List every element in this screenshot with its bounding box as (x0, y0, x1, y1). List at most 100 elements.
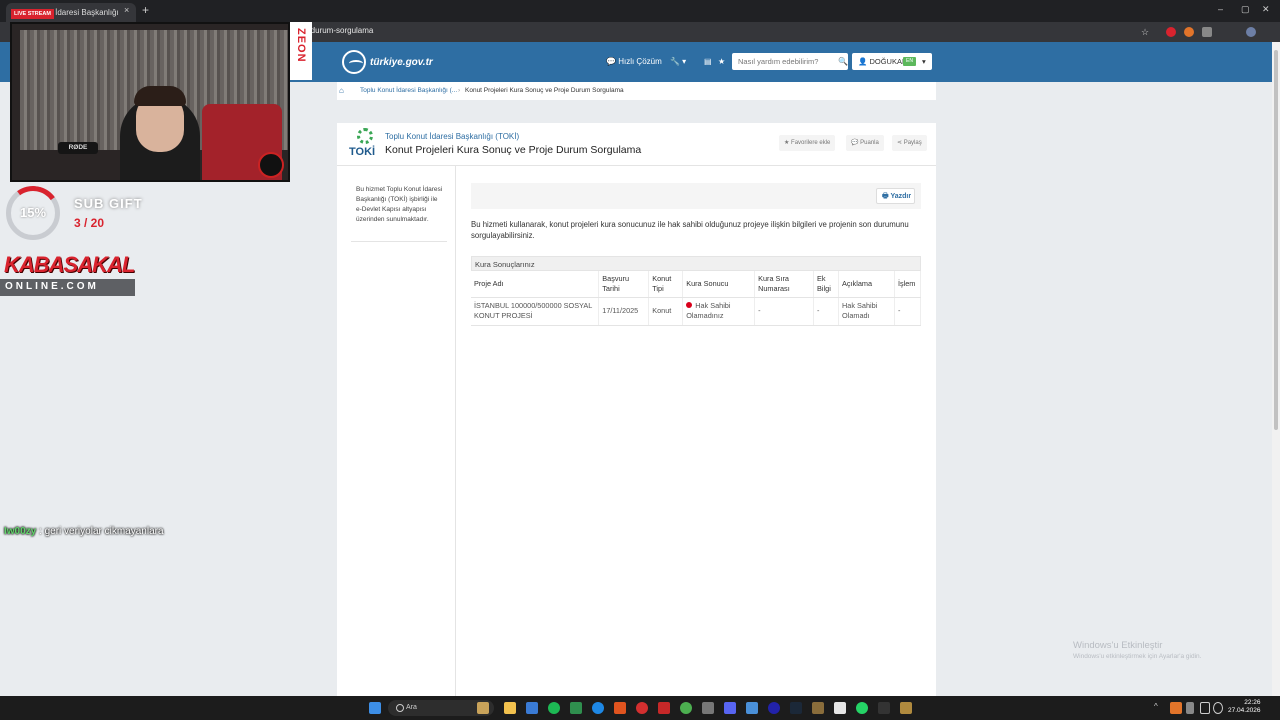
sponsor-text: ZEON (295, 28, 307, 63)
app-icon[interactable] (900, 702, 912, 714)
column-header: Kura Sonucu (682, 271, 756, 298)
live-stream-badge: LIVE STREAM (11, 9, 54, 19)
chevron-down-icon: ▾ (922, 57, 926, 66)
print-label: Yazdır (890, 193, 912, 200)
app-icon[interactable] (768, 702, 780, 714)
profile-avatar[interactable] (1246, 27, 1256, 37)
opera-icon[interactable] (636, 702, 648, 714)
cell-type: Konut (648, 297, 684, 326)
app-icon[interactable] (812, 702, 824, 714)
webcam-overlay: RØDE (10, 22, 290, 182)
search-placeholder: Nasıl yardım edebilirim? (738, 57, 819, 66)
scrollbar-thumb[interactable] (1274, 50, 1278, 430)
app-icon[interactable] (702, 702, 714, 714)
toki-logo-word: TOKİ (349, 146, 376, 158)
chat-username: Iw00zy (4, 526, 37, 537)
taskbar-clock[interactable]: 22:26 27.04.2026 (1228, 699, 1261, 715)
table-row: İSTANBUL 100000/500000 SOSYAL KONUT PROJ… (471, 297, 922, 326)
close-window-icon[interactable]: ✕ (1262, 4, 1270, 15)
cell-action: - (894, 297, 922, 326)
brand-name: KABASAKAL (4, 252, 135, 277)
breadcrumb-item-current: Konut Projeleri Kura Sonuç ve Proje Duru… (465, 87, 624, 94)
discord-icon[interactable] (724, 702, 736, 714)
new-tab-button[interactable]: + (142, 3, 149, 17)
extension-icon[interactable] (1166, 27, 1176, 37)
breadcrumb-separator: › (458, 87, 461, 94)
app-icon[interactable] (834, 702, 846, 714)
logo-mark-icon (342, 50, 366, 74)
breadcrumb-item-institution[interactable]: Toplu Konut İdaresi Başkanlığı (... (360, 87, 457, 94)
results-table: Proje Adı Başvuru Tarihi Konut Tipi Kura… (471, 271, 922, 326)
quick-solution-link[interactable]: 💬 Hızlı Çözüm (606, 57, 662, 66)
share-label: Paylaş (903, 140, 922, 146)
cell-extra: - (813, 297, 840, 326)
calculator-icon[interactable] (570, 702, 582, 714)
toki-emblem-icon (357, 128, 373, 144)
chat-text: : geri veriyolar cikmayanlara (39, 526, 164, 537)
browser-tab-strip (0, 0, 1280, 22)
cell-note: Hak Sahibi Olamadı (838, 297, 895, 326)
watermark-title: Windows'u Etkinleştir (1073, 640, 1163, 651)
volume-icon[interactable] (1213, 702, 1223, 714)
user-badge: EN (903, 57, 916, 66)
search-icon[interactable]: 🔍 (838, 57, 848, 66)
accessibility-icon[interactable]: ▤ (704, 57, 712, 66)
quick-solution-label: Hızlı Çözüm (618, 57, 662, 66)
tray-app-icon[interactable] (1170, 702, 1182, 714)
windows-activation-watermark: Windows'u Etkinleştir Windows'u etkinleş… (1073, 640, 1201, 660)
file-explorer-icon[interactable] (504, 702, 516, 714)
column-header: Açıklama (838, 271, 895, 298)
edge-icon[interactable] (592, 702, 604, 714)
chrome-icon[interactable] (680, 702, 692, 714)
steam-icon[interactable] (790, 702, 802, 714)
column-header: Proje Adı (471, 271, 600, 298)
tray-chevron-icon[interactable]: ^ (1154, 702, 1162, 714)
microphone-label: RØDE (58, 142, 98, 154)
rate-label: Puanla (860, 140, 879, 146)
add-favorite-button[interactable]: ★ Favorilere ekle (779, 135, 836, 151)
whatsapp-icon[interactable] (856, 702, 868, 714)
service-provider-info: Bu hizmet Toplu Konut İdaresi Başkanlığı… (356, 186, 443, 223)
extensions-puzzle-icon[interactable] (1202, 27, 1212, 37)
column-header: Kura Sıra Numarası (754, 271, 815, 298)
brave-icon[interactable] (614, 702, 626, 714)
maximize-icon[interactable]: ▢ (1241, 4, 1250, 15)
app-icon[interactable] (878, 702, 890, 714)
column-header: Başvuru Tarihi (598, 271, 650, 298)
institution-link[interactable]: Toplu Konut İdaresi Başkanlığı (TOKİ) (385, 132, 519, 141)
tray-app-icon[interactable] (1186, 702, 1194, 714)
column-header: Ek Bilgi (813, 271, 840, 298)
search-input[interactable]: Nasıl yardım edebilirim? (732, 53, 848, 70)
column-header: Konut Tipi (648, 271, 684, 298)
share-button[interactable]: ⋖ Paylaş (892, 135, 927, 151)
vivaldi-icon[interactable] (658, 702, 670, 714)
content-toolbar (471, 183, 921, 209)
favorites-star-icon[interactable]: ★ (718, 57, 725, 66)
minimize-icon[interactable]: – (1218, 4, 1223, 14)
sub-gift-label: SUB GIFT (74, 196, 143, 211)
start-menu-icon[interactable] (369, 702, 381, 714)
spotify-icon[interactable] (548, 702, 560, 714)
extension-icon[interactable] (1184, 27, 1194, 37)
notepad-icon[interactable] (526, 702, 538, 714)
home-icon[interactable]: ⌂ (339, 86, 344, 95)
print-button[interactable]: 🖶 Yazdır (876, 188, 915, 204)
sub-gift-count: 3 / 20 (74, 216, 105, 230)
result-text: Hak Sahibi Olamadınız (686, 301, 731, 320)
network-icon[interactable] (1200, 702, 1210, 714)
bookmark-star-icon[interactable]: ☆ (1141, 27, 1151, 37)
user-menu[interactable]: 👤 DOĞUKAN ▾ (852, 53, 932, 70)
search-icon (396, 704, 404, 712)
chat-message: Iw00zy : geri veriyolar cikmayanlara (4, 526, 164, 537)
photos-icon[interactable] (746, 702, 758, 714)
tools-menu-icon[interactable]: 🔧 ▾ (670, 57, 686, 66)
turkiye-gov-logo[interactable]: türkiye.gov.tr (342, 50, 433, 74)
status-dot-icon (686, 302, 693, 308)
url-text: -durum-sorgulama (308, 26, 374, 35)
favorite-label: Favorilere ekle (791, 140, 831, 146)
tab-close-icon[interactable]: × (124, 5, 129, 15)
toki-logo: TOKİ (349, 128, 381, 160)
widgets-icon[interactable] (477, 702, 489, 714)
rate-button[interactable]: 💬 Puanla (846, 135, 884, 151)
column-header: İşlem (894, 271, 922, 298)
